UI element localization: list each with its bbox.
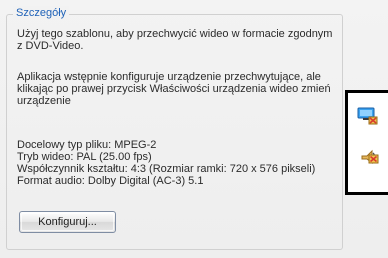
audio-format: Format audio: Dolby Digital (AC-3) 5.1 (17, 175, 204, 187)
video-mode: Tryb wideo: PAL (25.00 fps) (17, 151, 152, 163)
target-file-type: Docelowy typ pliku: MPEG-2 (17, 139, 157, 151)
audio-device-properties-icon[interactable] (357, 142, 381, 166)
configure-button[interactable]: Konfiguruj... (19, 211, 116, 233)
aspect-ratio: Współczynnik kształtu: 4:3 (Rozmiar ramk… (17, 163, 316, 175)
format-details: Docelowy typ pliku: MPEG-2 Tryb wideo: P… (17, 139, 337, 187)
capture-device-description: Aplikacja wstępnie konfiguruje urządzeni… (17, 71, 334, 107)
video-device-properties-icon[interactable] (356, 104, 380, 128)
details-panel: Szczegóły Użyj tego szablonu, aby przech… (0, 0, 388, 258)
template-description: Użyj tego szablonu, aby przechwycić wide… (17, 28, 336, 52)
details-title: Szczegóły (13, 6, 70, 20)
